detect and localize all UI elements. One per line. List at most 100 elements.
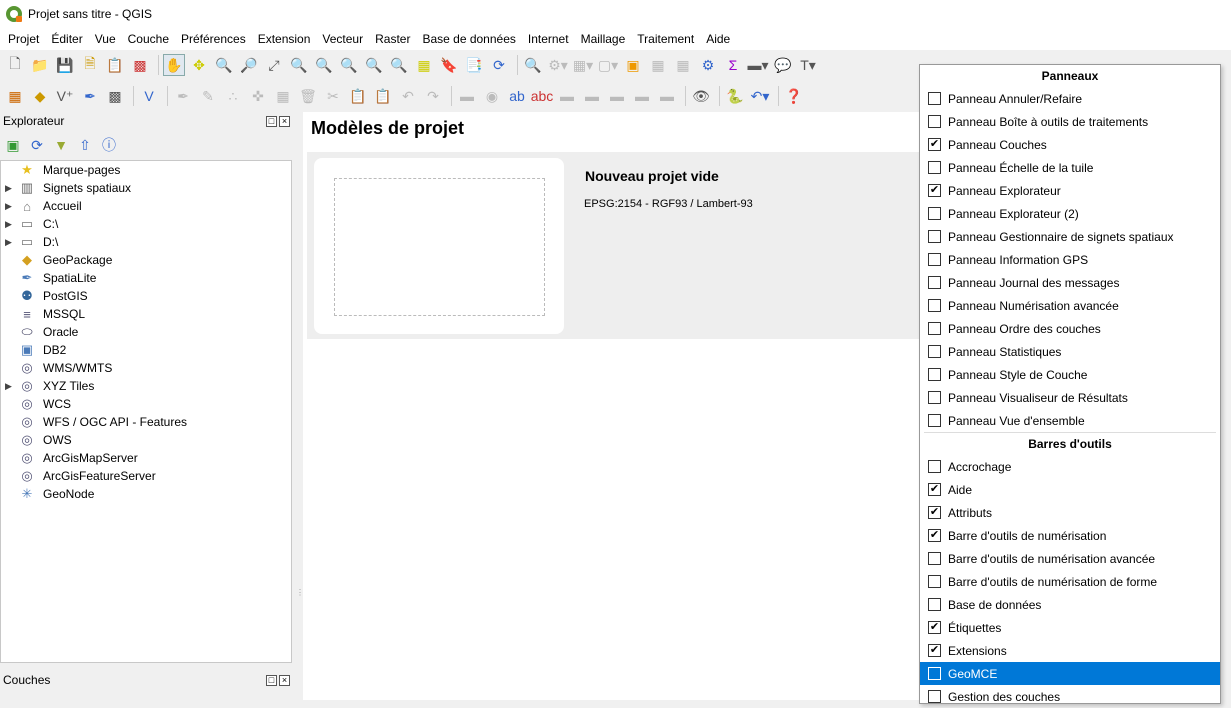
- checkbox-unchecked-icon[interactable]: [928, 253, 941, 266]
- menu-checkbox-item[interactable]: Panneau Annuler/Refaire: [920, 87, 1220, 110]
- style-manager-icon[interactable]: ▩: [129, 54, 151, 76]
- checkbox-checked-icon[interactable]: ✔: [928, 506, 941, 519]
- tree-item[interactable]: ◎ WCS: [1, 395, 291, 413]
- new-shapefile-layer-icon[interactable]: V⁺: [54, 85, 76, 107]
- tree-item[interactable]: ▶ ⌂ Accueil: [1, 197, 291, 215]
- open-project-icon[interactable]: 📁: [29, 54, 51, 76]
- checkbox-unchecked-icon[interactable]: [928, 552, 941, 565]
- refresh-icon[interactable]: ⟳: [488, 54, 510, 76]
- checkbox-unchecked-icon[interactable]: [928, 414, 941, 427]
- pan-hand-icon[interactable]: ✋: [163, 54, 185, 76]
- menu-internet[interactable]: Internet: [522, 28, 575, 50]
- checkbox-checked-icon[interactable]: ✔: [928, 644, 941, 657]
- new-virtual-layer-icon[interactable]: ▩: [104, 85, 126, 107]
- menu-pr-f-rences[interactable]: Préférences: [175, 28, 252, 50]
- menu-vecteur[interactable]: Vecteur: [316, 28, 369, 50]
- info-icon[interactable]: ⓘ: [100, 136, 118, 154]
- zoom-full-icon[interactable]: ⤢: [263, 54, 285, 76]
- menu-checkbox-item[interactable]: Barre d'outils de numérisation avancée: [920, 547, 1220, 570]
- menu-checkbox-item[interactable]: Base de données: [920, 593, 1220, 616]
- template-name[interactable]: Nouveau projet vide: [585, 168, 719, 184]
- checkbox-unchecked-icon[interactable]: [928, 460, 941, 473]
- rotate-label-icon[interactable]: ▬: [631, 85, 653, 107]
- menu-checkbox-item[interactable]: Gestion des couches: [920, 685, 1220, 708]
- tree-item[interactable]: ⚉ PostGIS: [1, 287, 291, 305]
- tree-item[interactable]: ◎ OWS: [1, 431, 291, 449]
- menu-checkbox-item[interactable]: Accrochage: [920, 455, 1220, 478]
- menu-checkbox-item[interactable]: GeoMCE: [920, 662, 1220, 685]
- tree-item[interactable]: ◆ GeoPackage: [1, 251, 291, 269]
- copy-icon[interactable]: 📋: [347, 85, 369, 107]
- menu-checkbox-item[interactable]: Panneau Information GPS: [920, 248, 1220, 271]
- checkbox-checked-icon[interactable]: ✔: [928, 621, 941, 634]
- label-highlight-icon[interactable]: abc: [531, 85, 554, 107]
- menu-traitement[interactable]: Traitement: [631, 28, 700, 50]
- close-panel-icon[interactable]: ×: [279, 674, 290, 686]
- new-project-icon[interactable]: 🗋: [4, 54, 26, 76]
- explorer-tree[interactable]: ★ Marque-pages ▶ ▥ Signets spatiaux ▶ ⌂ Accueil…: [0, 160, 292, 663]
- python-console-icon[interactable]: 🐍: [724, 85, 746, 107]
- menu-checkbox-item[interactable]: Panneau Gestionnaire de signets spatiaux: [920, 225, 1220, 248]
- save-project-icon[interactable]: 💾: [54, 54, 76, 76]
- select-features-icon[interactable]: ▦▾: [572, 54, 594, 76]
- show-bookmarks-icon[interactable]: 📑: [463, 54, 485, 76]
- menu-base-de-donn-es[interactable]: Base de données: [416, 28, 521, 50]
- new-geopackage-layer-icon[interactable]: ◆: [29, 85, 51, 107]
- tree-item[interactable]: ⬭ Oracle: [1, 323, 291, 341]
- identify-icon[interactable]: 🔍: [522, 54, 544, 76]
- actions-icon[interactable]: ⚙▾: [547, 54, 569, 76]
- checkbox-unchecked-icon[interactable]: [928, 690, 941, 703]
- select-value-icon[interactable]: ▢▾: [597, 54, 619, 76]
- new-map-view-icon[interactable]: ▦: [413, 54, 435, 76]
- expand-arrow-icon[interactable]: ▶: [5, 183, 19, 194]
- menu-aide[interactable]: Aide: [700, 28, 736, 50]
- add-feature-icon[interactable]: ∴: [222, 85, 244, 107]
- help-icon[interactable]: ❓: [783, 85, 805, 107]
- refresh-icon[interactable]: ⟳: [28, 136, 46, 154]
- show-hide-labels-icon[interactable]: ▬: [581, 85, 603, 107]
- add-selected-layers-icon[interactable]: ▣: [4, 136, 22, 154]
- collapse-all-icon[interactable]: ⇧: [76, 136, 94, 154]
- cut-icon[interactable]: ✂: [322, 85, 344, 107]
- pin-labels-icon[interactable]: ▬: [556, 85, 578, 107]
- deselect-icon[interactable]: ▣: [622, 54, 644, 76]
- menu-checkbox-item[interactable]: Panneau Vue d'ensemble: [920, 409, 1220, 432]
- label-tool-icon[interactable]: ▬: [456, 85, 478, 107]
- close-panel-icon[interactable]: ×: [279, 115, 290, 127]
- layout-manager-icon[interactable]: 📋: [104, 54, 126, 76]
- menu-checkbox-item[interactable]: Panneau Style de Couche: [920, 363, 1220, 386]
- menu-checkbox-item[interactable]: ✔ Aide: [920, 478, 1220, 501]
- tree-item[interactable]: ≡ MSSQL: [1, 305, 291, 323]
- move-label-icon[interactable]: ▬: [606, 85, 628, 107]
- menu-checkbox-item[interactable]: Panneau Explorateur (2): [920, 202, 1220, 225]
- undo-icon[interactable]: ↶: [397, 85, 419, 107]
- expand-arrow-icon[interactable]: ▶: [5, 237, 19, 248]
- tree-item[interactable]: ◎ WFS / OGC API - Features: [1, 413, 291, 431]
- menu-checkbox-item[interactable]: Panneau Visualiseur de Résultats: [920, 386, 1220, 409]
- save-edits-icon[interactable]: ▦: [272, 85, 294, 107]
- panel-splitter[interactable]: ⋮: [296, 589, 304, 620]
- checkbox-unchecked-icon[interactable]: [928, 322, 941, 335]
- checkbox-unchecked-icon[interactable]: [928, 207, 941, 220]
- checkbox-unchecked-icon[interactable]: [928, 598, 941, 611]
- attribute-table-icon[interactable]: ▦: [647, 54, 669, 76]
- float-panel-icon[interactable]: □: [266, 674, 277, 686]
- checkbox-unchecked-icon[interactable]: [928, 276, 941, 289]
- text-annotation-icon[interactable]: T▾: [797, 54, 819, 76]
- zoom-native-icon[interactable]: 🔍: [338, 54, 360, 76]
- menu-vue[interactable]: Vue: [89, 28, 122, 50]
- redo-icon[interactable]: ↷: [422, 85, 444, 107]
- checkbox-unchecked-icon[interactable]: [928, 667, 941, 680]
- menu-checkbox-item[interactable]: ✔ Barre d'outils de numérisation: [920, 524, 1220, 547]
- menu-projet[interactable]: Projet: [2, 28, 45, 50]
- checkbox-unchecked-icon[interactable]: [928, 161, 941, 174]
- menu-checkbox-item[interactable]: Panneau Statistiques: [920, 340, 1220, 363]
- new-print-layout-icon[interactable]: 🗎: [79, 54, 101, 76]
- menu--diter[interactable]: Éditer: [45, 28, 88, 50]
- checkbox-checked-icon[interactable]: ✔: [928, 138, 941, 151]
- data-source-manager-icon[interactable]: ▦: [4, 85, 26, 107]
- checkbox-checked-icon[interactable]: ✔: [928, 483, 941, 496]
- plugin-undo-icon[interactable]: ↶▾: [749, 85, 771, 107]
- zoom-out-icon[interactable]: 🔎: [238, 54, 260, 76]
- zoom-next-icon[interactable]: 🔍: [388, 54, 410, 76]
